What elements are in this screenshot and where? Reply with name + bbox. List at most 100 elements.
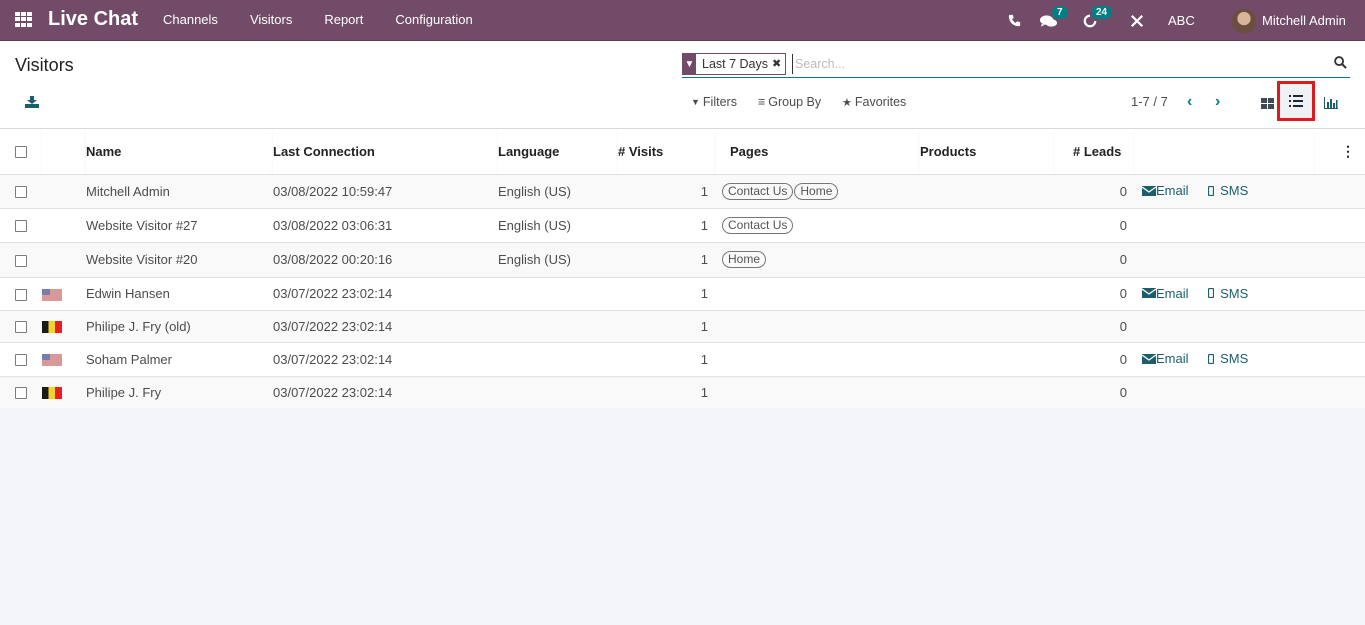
column-products[interactable]: Products	[920, 129, 1055, 174]
kanban-icon	[1260, 97, 1274, 109]
sms-button[interactable]: SMS	[1208, 183, 1248, 198]
debug-tools-icon[interactable]	[1130, 0, 1144, 41]
sms-label: SMS	[1220, 351, 1249, 367]
group-by-button[interactable]: ≡ Group By	[758, 95, 821, 109]
visitor-name[interactable]: Website Visitor #20	[86, 241, 273, 277]
row-checkbox[interactable]	[15, 220, 27, 233]
country-flag-cell	[42, 241, 86, 277]
list-view-button[interactable]	[1277, 81, 1315, 121]
column-language[interactable]: Language	[498, 129, 618, 174]
menu-channels[interactable]: Channels	[163, 12, 218, 27]
row-checkbox[interactable]	[15, 354, 27, 367]
visitors-table: Name Last Connection Language # Visits P…	[0, 129, 1365, 408]
visitor-name[interactable]: Mitchell Admin	[86, 173, 273, 208]
pages-cell	[716, 276, 920, 310]
country-flag-cell	[42, 309, 86, 342]
table-row[interactable]: Edwin Hansen 03/07/2022 23:02:14 1 0 Ema…	[0, 276, 1365, 310]
pages-cell	[716, 375, 920, 408]
sms-button[interactable]: SMS	[1208, 351, 1248, 366]
column-pages[interactable]: Pages	[716, 129, 920, 174]
star-icon: ★	[842, 96, 852, 109]
visitor-name[interactable]: Edwin Hansen	[86, 276, 273, 310]
column-leads[interactable]: # Leads	[1055, 129, 1135, 174]
pager-previous-icon[interactable]: ‹	[1187, 93, 1192, 111]
column-name[interactable]: Name	[86, 129, 273, 174]
favorites-label: Favorites	[854, 95, 907, 109]
menu-report[interactable]: Report	[324, 12, 363, 27]
user-name: Mitchell Admin	[1262, 13, 1346, 28]
actions-cell: Email SMS	[1135, 276, 1315, 310]
row-checkbox[interactable]	[15, 288, 27, 301]
visits-count: 1	[618, 276, 716, 310]
download-icon[interactable]	[25, 96, 39, 108]
page-tag: Contact Us	[722, 216, 794, 234]
visitor-name[interactable]: Philipe J. Fry	[86, 375, 273, 408]
bar-chart-icon	[1324, 97, 1338, 109]
last-connection: 03/07/2022 23:02:14	[273, 276, 498, 310]
pager-next-icon[interactable]: ›	[1215, 93, 1220, 111]
row-checkbox[interactable]	[15, 321, 27, 334]
language	[498, 309, 618, 342]
facet-remove-icon[interactable]: ✖	[772, 54, 785, 74]
leads-count: 0	[1055, 207, 1135, 242]
app-name[interactable]: Live Chat	[48, 8, 138, 31]
search-bar: ▼ Last 7 Days ✖	[682, 52, 1350, 78]
table-row[interactable]: Philipe J. Fry (old) 03/07/2022 23:02:14…	[0, 309, 1365, 342]
table-row[interactable]: Philipe J. Fry 03/07/2022 23:02:14 1 0	[0, 375, 1365, 408]
top-navbar: Live Chat Channels Visitors Report Confi…	[0, 0, 1365, 41]
pager-value[interactable]: 1-7 / 7	[1131, 94, 1168, 109]
column-visits[interactable]: # Visits	[618, 129, 716, 174]
page-tag: Home	[794, 182, 839, 200]
leads-count: 0	[1055, 241, 1135, 277]
last-connection: 03/08/2022 03:06:31	[273, 207, 498, 242]
email-button[interactable]: Email	[1142, 351, 1189, 366]
avatar	[1232, 8, 1256, 33]
table-row[interactable]: Website Visitor #27 03/08/2022 03:06:31 …	[0, 207, 1365, 242]
leads-count: 0	[1055, 341, 1135, 376]
last-connection: 03/07/2022 23:02:14	[273, 375, 498, 408]
table-row[interactable]: Soham Palmer 03/07/2022 23:02:14 1 0 Ema…	[0, 341, 1365, 376]
visits-count: 1	[618, 341, 716, 376]
company-switcher[interactable]: ABC	[1168, 0, 1195, 41]
search-icon[interactable]	[1334, 56, 1348, 70]
phone-icon[interactable]	[1008, 0, 1021, 41]
table-row[interactable]: Website Visitor #20 03/08/2022 00:20:16 …	[0, 241, 1365, 277]
pages-cell: Home	[716, 241, 920, 277]
user-menu[interactable]: Mitchell Admin	[1232, 0, 1346, 41]
table-row[interactable]: Mitchell Admin 03/08/2022 10:59:47 Engli…	[0, 173, 1365, 208]
sms-button[interactable]: SMS	[1208, 286, 1248, 301]
menu-configuration[interactable]: Configuration	[395, 12, 472, 27]
language	[498, 375, 618, 408]
filters-button[interactable]: ▼ Filters	[691, 95, 737, 109]
envelope-icon	[1142, 288, 1156, 299]
main-menu: Channels Visitors Report Configuration	[163, 12, 505, 27]
visitor-name[interactable]: Philipe J. Fry (old)	[86, 309, 273, 342]
last-connection: 03/07/2022 23:02:14	[273, 341, 498, 376]
sms-label: SMS	[1220, 285, 1249, 301]
language: English (US)	[498, 173, 618, 208]
apps-menu-icon[interactable]	[15, 12, 32, 27]
visitor-name[interactable]: Soham Palmer	[86, 341, 273, 376]
select-all-checkbox[interactable]	[15, 146, 27, 159]
row-checkbox[interactable]	[15, 254, 27, 267]
optional-columns-icon[interactable]: ⋮	[1315, 129, 1365, 174]
row-checkbox[interactable]	[15, 387, 27, 400]
envelope-icon	[1142, 353, 1156, 364]
favorites-button[interactable]: ★ Favorites	[842, 95, 906, 109]
menu-visitors[interactable]: Visitors	[250, 12, 292, 27]
row-select-cell	[0, 276, 42, 310]
visits-count: 1	[618, 375, 716, 408]
email-button[interactable]: Email	[1142, 183, 1189, 198]
page-tag: Contact Us	[722, 182, 794, 200]
column-last-connection[interactable]: Last Connection	[273, 129, 498, 174]
graph-view-button[interactable]	[1314, 86, 1348, 120]
products	[920, 309, 1055, 342]
search-input[interactable]	[792, 54, 1322, 74]
row-checkbox[interactable]	[15, 186, 27, 199]
visitor-name[interactable]: Website Visitor #27	[86, 207, 273, 242]
select-all-cell	[0, 129, 42, 174]
email-button[interactable]: Email	[1142, 286, 1189, 301]
row-end-cell	[1315, 309, 1365, 342]
language: English (US)	[498, 241, 618, 277]
control-panel: Visitors ▼ Last 7 Days ✖ ▼ Filters ≡ Gro…	[0, 41, 1365, 129]
